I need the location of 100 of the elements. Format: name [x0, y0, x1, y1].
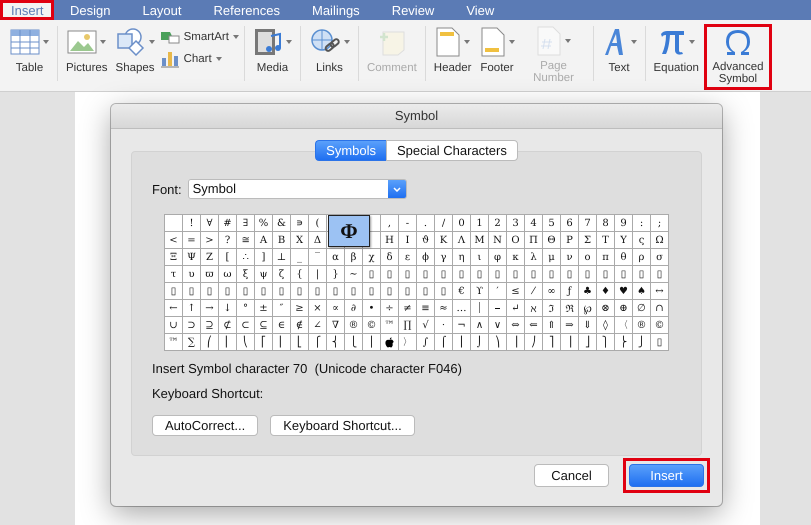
symbol-cell[interactable]: ∍	[291, 215, 309, 232]
symbol-cell[interactable]: ▯	[327, 283, 345, 300]
symbol-cell[interactable]: ⁄	[525, 283, 543, 300]
symbol-cell[interactable]: Υ	[615, 232, 633, 249]
symbol-cell[interactable]: ⎞	[489, 334, 507, 351]
symbol-cell[interactable]: Ξ	[165, 249, 183, 266]
symbol-cell[interactable]: €	[453, 283, 471, 300]
symbol-cell[interactable]: ⌠	[435, 334, 453, 351]
symbol-cell[interactable]: ⇒	[561, 317, 579, 334]
symbol-cell[interactable]: ′	[489, 283, 507, 300]
symbol-cell[interactable]: Ζ	[201, 249, 219, 266]
symbol-cell[interactable]: ⊂	[237, 317, 255, 334]
symbol-cell[interactable]: ⎧	[309, 334, 327, 351]
symbol-cell[interactable]: =	[183, 232, 201, 249]
symbol-cell[interactable]: ▯	[399, 266, 417, 283]
symbol-cell[interactable]: ⏐	[471, 300, 489, 317]
ribbon-button[interactable]: Advanced Symbol	[704, 24, 772, 90]
symbol-cell[interactable]: 3	[507, 215, 525, 232]
symbol-cell[interactable]: θ	[615, 249, 633, 266]
symbol-cell[interactable]: ⎣	[291, 334, 309, 351]
symbol-cell[interactable]: }	[327, 266, 345, 283]
symbol-cell[interactable]: ƒ	[561, 283, 579, 300]
symbol-cell[interactable]: ⎤	[543, 334, 561, 351]
symbol-cell[interactable]: ⎦	[579, 334, 597, 351]
symbol-cell[interactable]: φ	[489, 249, 507, 266]
symbol-cell[interactable]: ▯	[435, 283, 453, 300]
symbol-cell[interactable]: η	[453, 249, 471, 266]
symbol-cell[interactable]: ⎮	[453, 334, 471, 351]
symbol-cell[interactable]: |	[309, 266, 327, 283]
symbol-cell[interactable]: ο	[579, 249, 597, 266]
option-button[interactable]: AutoCorrect...	[152, 415, 258, 436]
symbol-cell[interactable]: ▯	[561, 266, 579, 283]
dialog-button[interactable]: Insert	[629, 464, 704, 487]
symbol-cell[interactable]: <	[165, 232, 183, 249]
symbol-cell[interactable]: ω	[219, 266, 237, 283]
ribbon-button[interactable]: Table	[7, 20, 52, 86]
symbol-cell[interactable]: ∞	[543, 283, 561, 300]
symbol-cell[interactable]: Τ	[597, 232, 615, 249]
symbol-cell[interactable]: ▯	[381, 266, 399, 283]
symbol-cell[interactable]: ▯	[615, 266, 633, 283]
menu-tab[interactable]: Layout	[126, 0, 198, 20]
symbol-cell[interactable]: κ	[507, 249, 525, 266]
symbol-cell[interactable]: ▯	[651, 266, 669, 283]
symbol-cell[interactable]: _	[291, 249, 309, 266]
symbol-cell[interactable]: ♣	[579, 283, 597, 300]
symbol-cell[interactable]: ▯	[255, 283, 273, 300]
symbol-cell[interactable]: ▯	[651, 334, 669, 351]
ribbon-button[interactable]: SmartArt	[160, 30, 239, 44]
symbol-cell[interactable]: ψ	[255, 266, 273, 283]
symbol-cell[interactable]: ©	[651, 317, 669, 334]
symbol-cell[interactable]: ∝	[327, 300, 345, 317]
symbol-cell[interactable]: ∧	[471, 317, 489, 334]
symbol-cell[interactable]: Ρ	[561, 232, 579, 249]
symbol-cell[interactable]: ‾	[309, 249, 327, 266]
symbol-cell[interactable]: ▯	[183, 283, 201, 300]
symbol-cell[interactable]: μ	[543, 249, 561, 266]
symbol-cell[interactable]: ∃	[237, 215, 255, 232]
symbol-cell[interactable]: ▯	[237, 283, 255, 300]
symbol-cell[interactable]: ⎯	[489, 300, 507, 317]
symbol-cell[interactable]: ⊕	[615, 300, 633, 317]
symbol-cell[interactable]: ζ	[273, 266, 291, 283]
symbol-cell[interactable]: ▯	[543, 266, 561, 283]
symbol-cell[interactable]: ℵ	[525, 300, 543, 317]
symbol-cell[interactable]: Δ	[309, 232, 327, 249]
symbol-cell[interactable]: ↔	[651, 283, 669, 300]
symbol-cell[interactable]: Ο	[507, 232, 525, 249]
symbol-cell[interactable]: ♥	[615, 283, 633, 300]
symbol-cell[interactable]: :	[633, 215, 651, 232]
symbol-cell[interactable]: Ν	[489, 232, 507, 249]
symbol-cell[interactable]: ,	[381, 215, 399, 232]
symbol-cell[interactable]: ▯	[489, 266, 507, 283]
symbol-cell[interactable]: ∇	[327, 317, 345, 334]
symbol-cell[interactable]: ℑ	[543, 300, 561, 317]
dialog-tab[interactable]: Symbols	[315, 140, 386, 161]
symbol-cell[interactable]: !	[183, 215, 201, 232]
symbol-cell[interactable]: ℘	[579, 300, 597, 317]
symbol-cell[interactable]: ⎝	[237, 334, 255, 351]
symbol-cell[interactable]: ∀	[201, 215, 219, 232]
symbol-cell[interactable]: ]	[255, 249, 273, 266]
symbol-cell[interactable]: ς	[633, 232, 651, 249]
symbol-cell[interactable]: ×	[309, 300, 327, 317]
dialog-button[interactable]: Cancel	[534, 464, 609, 487]
symbol-cell[interactable]: (	[309, 215, 327, 232]
option-button[interactable]: Keyboard Shortcut...	[270, 415, 415, 436]
symbol-cell[interactable]: /	[435, 215, 453, 232]
symbol-cell[interactable]: γ	[435, 249, 453, 266]
symbol-cell[interactable]: ρ	[633, 249, 651, 266]
symbol-cell[interactable]: ≅	[237, 232, 255, 249]
symbol-cell[interactable]: ″	[273, 300, 291, 317]
symbol-cell[interactable]: &	[273, 215, 291, 232]
symbol-cell[interactable]: ⇑	[543, 317, 561, 334]
symbol-cell[interactable]: ▯	[417, 283, 435, 300]
symbol-cell[interactable]: π	[597, 249, 615, 266]
symbol-cell[interactable]: ≥	[291, 300, 309, 317]
symbol-cell[interactable]: ϑ	[417, 232, 435, 249]
symbol-cell[interactable]: ⎥	[561, 334, 579, 351]
symbol-cell[interactable]: ⊥	[273, 249, 291, 266]
symbol-cell[interactable]: ϖ	[201, 266, 219, 283]
symbol-cell[interactable]: 9	[615, 215, 633, 232]
symbol-cell[interactable]: ▯	[165, 283, 183, 300]
